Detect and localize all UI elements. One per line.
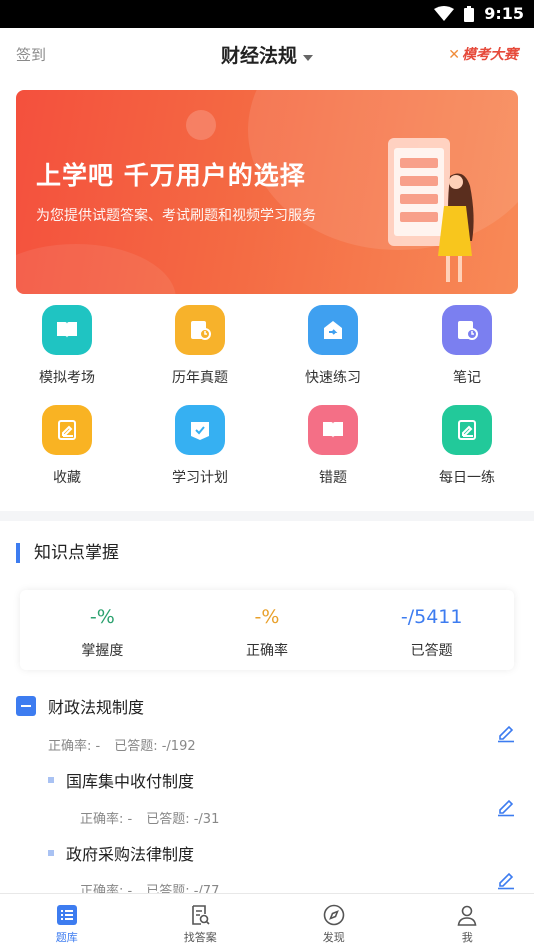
tab-discover[interactable]: 发现 [267,894,401,949]
banner-title: 上学吧 千万用户的选择 [36,161,306,190]
accuracy-text: 正确率: - [48,739,101,754]
tab-label: 发现 [322,931,345,944]
tab-label: 我 [461,931,473,944]
stat-answered: -/5411 已答题 [349,590,514,670]
bottom-tab-bar: 题库 找答案 发现 我 [0,893,534,949]
list-icon [56,905,77,925]
accuracy-text: 正确率: - [80,812,133,827]
grid-label: 每日一练 [439,470,495,486]
logo-mark-icon: ✕ [448,47,460,63]
stat-label: 已答题 [410,643,453,659]
page-title: 财经法规 [220,45,297,67]
note-icon [442,305,492,355]
tab-label: 题库 [55,931,78,944]
collect-icon [42,405,92,455]
item-meta: 正确率: - 已答题: -/31 [80,808,219,827]
banner-subtitle: 为您提供试题答案、考试刷题和视频学习服务 [36,208,316,224]
stat-value: -/5411 [400,606,463,628]
grid-item-quick-practice[interactable]: 快速练习 [266,305,400,387]
stat-value: -% [89,606,115,628]
edit-icon[interactable] [496,870,516,890]
search-doc-icon [192,905,210,925]
status-bar: 9:15 [0,0,534,28]
item-name: 国库集中收付制度 [66,772,195,791]
mock-exam-logo[interactable]: ✕ 模考大赛 [448,44,518,64]
grid-item-study-plan[interactable]: 学习计划 [133,405,267,487]
stat-value: -% [254,606,280,628]
stats-card: -% 掌握度 -% 正确率 -/5411 已答题 [20,590,514,670]
edit-icon[interactable] [496,797,516,817]
plan-icon [175,405,225,455]
forward-icon [308,305,358,355]
list-item[interactable]: 国库集中收付制度 [48,768,194,792]
answered-text: 已答题: -/192 [114,739,196,754]
compass-icon [323,904,345,926]
tab-find-answer[interactable]: 找答案 [134,894,268,949]
daily-icon [442,405,492,455]
stat-accuracy: -% 正确率 [185,590,350,670]
chapter-name: 财政法规制度 [48,698,145,717]
promo-banner[interactable]: 上学吧 千万用户的选择 为您提供试题答案、考试刷题和视频学习服务 [16,90,518,294]
mistake-icon [308,405,358,455]
chapter-meta: 正确率: - 已答题: -/192 [48,735,196,754]
logo-text: 模考大赛 [462,47,518,63]
grid-label: 模拟考场 [39,370,95,386]
stat-label: 正确率 [246,643,288,659]
list-item[interactable]: 政府采购法律制度 [48,841,194,865]
answered-text: 已答题: -/31 [146,812,220,827]
grid-item-notes[interactable]: 笔记 [400,305,534,387]
history-icon [175,305,225,355]
wifi-icon [434,5,455,21]
chapter-header[interactable]: 财政法规制度 [16,694,144,718]
item-name: 政府采购法律制度 [66,845,195,864]
section-title: 知识点掌握 [16,543,119,563]
grid-item-mistakes[interactable]: 错题 [266,405,400,487]
stat-mastery: -% 掌握度 [20,590,185,670]
grid-label: 收藏 [53,470,81,486]
collapse-icon[interactable] [16,696,36,716]
grid-item-past-papers[interactable]: 历年真题 [133,305,267,387]
tab-me[interactable]: 我 [401,894,534,949]
stat-label: 掌握度 [81,643,124,659]
user-icon [457,905,477,926]
grid-item-favorites[interactable]: 收藏 [0,405,134,487]
banner-decoration [186,110,216,140]
grid-label: 历年真题 [172,370,228,386]
app-header: 签到 财经法规 ✕ 模考大赛 [0,28,534,80]
grid-item-mock-exam[interactable]: 模拟考场 [0,305,134,387]
grid-item-daily-practice[interactable]: 每日一练 [400,405,534,487]
book-icon [42,305,92,355]
student-illustration-icon [388,138,474,282]
grid-label: 笔记 [453,370,481,386]
banner-decoration [16,244,176,294]
bullet-icon [48,850,54,856]
grid-label: 学习计划 [172,470,228,486]
grid-label: 错题 [319,470,347,486]
bullet-icon [48,777,54,783]
chevron-down-icon [303,54,313,61]
section-divider [0,511,534,521]
tab-label: 找答案 [183,931,217,944]
edit-icon[interactable] [496,723,516,743]
battery-icon [464,5,475,22]
tab-question-bank[interactable]: 题库 [0,894,134,949]
status-time: 9:15 [484,4,524,23]
grid-label: 快速练习 [305,370,361,386]
